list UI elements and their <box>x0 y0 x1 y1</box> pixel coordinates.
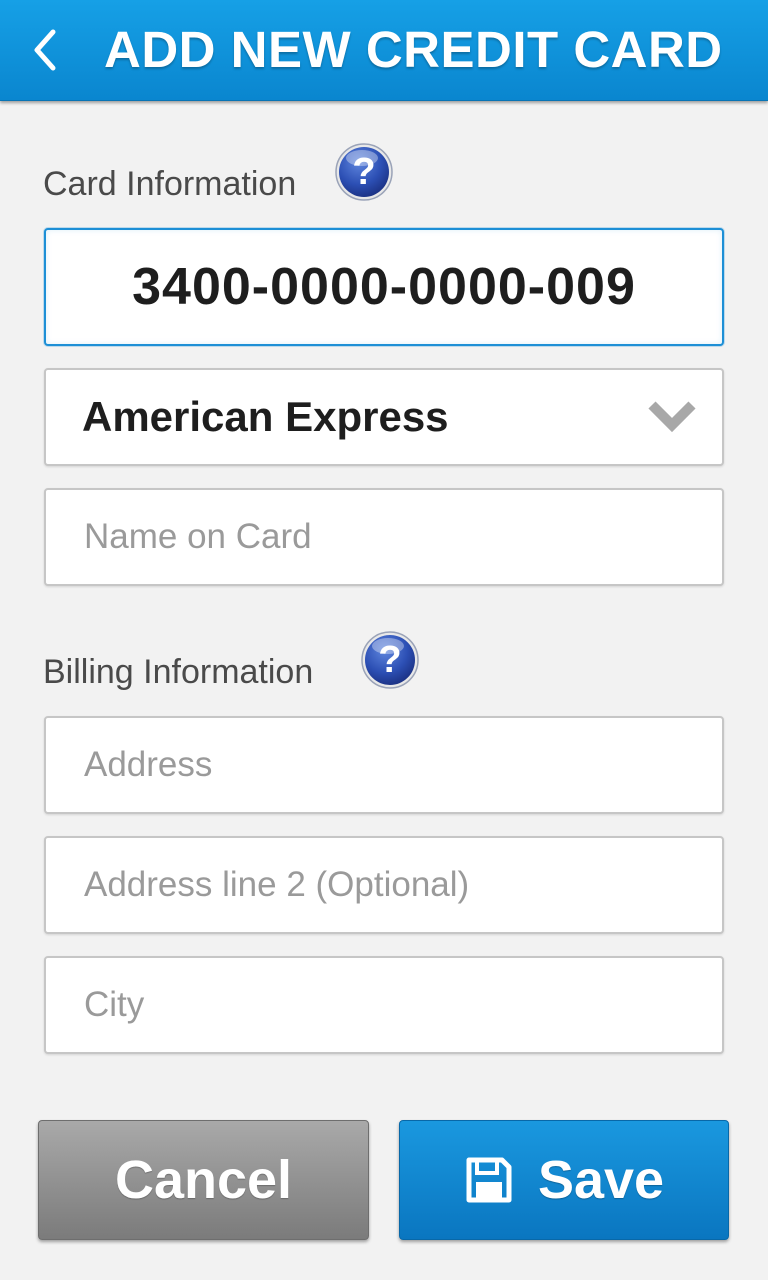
billing-information-heading: Billing Information <box>43 653 314 691</box>
card-help-icon[interactable]: ? <box>334 142 394 202</box>
save-button-label: Save <box>537 1150 665 1210</box>
chevron-left-icon <box>34 29 56 71</box>
cancel-button-label: Cancel <box>114 1150 293 1210</box>
name-on-card-field[interactable] <box>44 488 724 586</box>
address-line-2-input[interactable] <box>46 838 722 932</box>
city-input[interactable] <box>46 958 722 1052</box>
card-number-field[interactable] <box>44 228 724 346</box>
floppy-disk-icon <box>466 1157 512 1203</box>
address-line-2-field[interactable] <box>44 836 724 934</box>
page-title: ADD NEW CREDIT CARD <box>104 21 723 78</box>
svg-text:?: ? <box>352 151 375 193</box>
card-type-select[interactable]: American Express <box>44 368 724 466</box>
card-information-heading: Card Information <box>43 165 297 203</box>
address-input[interactable] <box>46 718 722 812</box>
svg-text:?: ? <box>378 639 401 681</box>
billing-help-icon[interactable]: ? <box>360 630 420 690</box>
name-on-card-input[interactable] <box>46 490 722 584</box>
cancel-button[interactable]: Cancel <box>38 1120 369 1240</box>
card-type-value: American Express <box>82 393 449 440</box>
chevron-down-icon <box>648 401 696 433</box>
app-bar: ADD NEW CREDIT CARD <box>0 0 768 101</box>
city-field[interactable] <box>44 956 724 1054</box>
address-field[interactable] <box>44 716 724 814</box>
back-button[interactable] <box>18 18 70 82</box>
save-button[interactable]: Save <box>399 1120 729 1240</box>
card-number-input[interactable] <box>46 230 722 344</box>
